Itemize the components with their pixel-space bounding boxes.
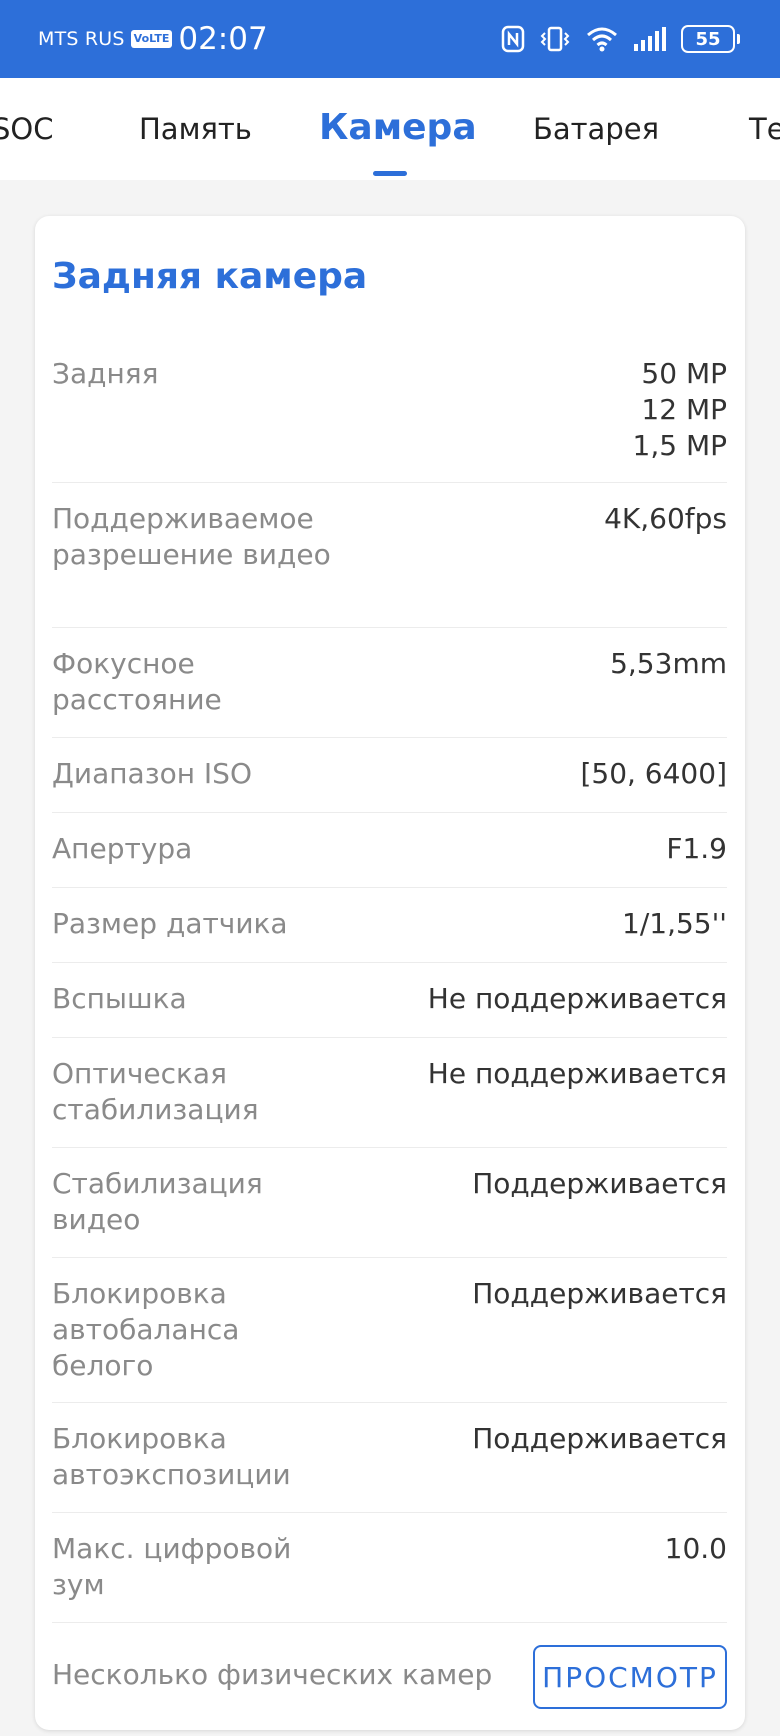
spec-value: 5,53mm [610, 647, 727, 680]
spec-label: Блокировка автоэкспозиции [52, 1422, 291, 1491]
spec-value-line: 50 MP [641, 357, 727, 390]
tab-soc[interactable]: SOC [0, 112, 53, 146]
spec-row-digital-zoom: Макс. цифровой зум 10.0 [52, 1513, 727, 1623]
nfc-icon [501, 25, 525, 53]
tab-partial[interactable]: Те [749, 112, 780, 146]
wifi-icon [585, 25, 619, 53]
spec-label: Задняя [52, 357, 159, 390]
view-button-label: ПРОСМОТР [542, 1661, 718, 1694]
spec-row-video-resolution: Поддерживаемое разрешение видео 4K,60fps [52, 483, 727, 628]
spec-row-iso: Диапазон ISO [50, 6400] [52, 738, 727, 813]
spec-row-focal-length: Фокусное расстояние 5,53mm [52, 628, 727, 738]
spec-row-flash: Вспышка Не поддерживается [52, 963, 727, 1038]
volte-badge: VoLTE [130, 30, 173, 48]
spec-value: 10.0 [664, 1532, 727, 1565]
spec-row-ae-lock: Блокировка автоэкспозиции Поддерживается [52, 1403, 727, 1513]
spec-row-sensor-size: Размер датчика 1/1,55'' [52, 888, 727, 963]
status-icons: 55 [501, 0, 740, 78]
spec-value: Поддерживается [472, 1277, 727, 1310]
spec-label: Вспышка [52, 982, 187, 1015]
spec-value: F1.9 [666, 832, 727, 865]
spec-label: Несколько физических камер [52, 1658, 493, 1691]
signal-icon [633, 26, 667, 52]
spec-label: Размер датчика [52, 907, 288, 940]
spec-label: Фокусное расстояние [52, 647, 222, 716]
spec-label: Диапазон ISO [52, 757, 252, 790]
spec-row-awb-lock: Блокировка автобаланса белого Поддержива… [52, 1258, 727, 1403]
clock: 02:07 [178, 21, 268, 57]
spec-value: Не поддерживается [427, 982, 727, 1015]
spec-value-line: 12 MP [641, 393, 727, 426]
spec-label: Стабилизация видео [52, 1167, 263, 1236]
spec-value: Поддерживается [472, 1167, 727, 1200]
tab-bar: SOC Память Камера Батарея Те [0, 78, 780, 180]
spec-value: Поддерживается [472, 1422, 727, 1455]
spec-value-line: 1,5 MP [632, 429, 727, 462]
rear-camera-card: Задняя камера Задняя 50 MP 12 MP 1,5 MP … [35, 216, 745, 1730]
spec-label: Апертура [52, 832, 193, 865]
view-button[interactable]: ПРОСМОТР [533, 1645, 727, 1709]
battery-icon: 55 [681, 25, 740, 53]
spec-label: Макс. цифровой зум [52, 1532, 292, 1601]
tab-camera[interactable]: Камера [319, 107, 477, 148]
active-tab-indicator [373, 171, 407, 176]
spec-label: Блокировка автобаланса белого [52, 1277, 240, 1382]
battery-level: 55 [681, 25, 735, 53]
status-bar: MTS RUS VoLTE 02:07 55 [0, 0, 780, 78]
carrier-name: MTS RUS [38, 28, 125, 50]
tab-battery[interactable]: Батарея [533, 112, 659, 146]
spec-value: 4K,60fps [604, 502, 727, 535]
spec-row-video-stabilization: Стабилизация видео Поддерживается [52, 1148, 727, 1258]
spec-value: 50 MP 12 MP 1,5 MP [633, 356, 727, 464]
spec-row-multi-camera: Несколько физических камер ПРОСМОТР [52, 1623, 727, 1730]
spec-label: Поддерживаемое разрешение видео [52, 502, 331, 571]
vibrate-icon [539, 25, 571, 53]
spec-value: [50, 6400] [580, 757, 727, 790]
spec-row-rear: Задняя 50 MP 12 MP 1,5 MP [52, 338, 727, 483]
spec-row-aperture: Апертура F1.9 [52, 813, 727, 888]
tab-memory[interactable]: Память [139, 112, 252, 146]
spec-value: Не поддерживается [427, 1057, 727, 1090]
spec-value: 1/1,55'' [622, 907, 727, 940]
spec-row-ois: Оптическая стабилизация Не поддерживаетс… [52, 1038, 727, 1148]
spec-label: Оптическая стабилизация [52, 1057, 259, 1126]
card-title: Задняя камера [52, 256, 368, 297]
